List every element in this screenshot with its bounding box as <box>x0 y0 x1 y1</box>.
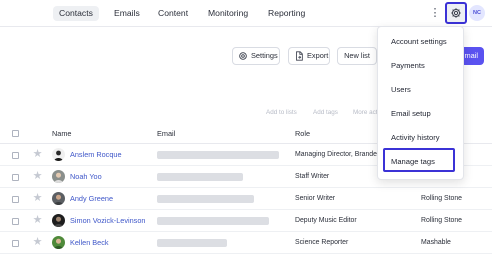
star-icon[interactable]: ★ <box>31 236 44 249</box>
contact-role: Science Reporter <box>295 239 349 246</box>
email-redacted <box>157 217 269 225</box>
star-icon[interactable]: ★ <box>31 170 44 183</box>
avatar <box>52 170 65 183</box>
avatar <box>52 192 65 205</box>
contact-role: Deputy Music Editor <box>295 217 357 224</box>
export-file-icon <box>296 51 303 61</box>
avatar <box>52 236 65 249</box>
tab-emails[interactable]: Emails <box>108 6 146 21</box>
contact-name-link[interactable]: Simon Vozick-Levinson <box>70 210 145 232</box>
column-header-email[interactable]: Email <box>157 124 175 144</box>
avatar <box>52 214 65 227</box>
row-checkbox[interactable] <box>12 152 19 159</box>
contact-role: Senior Writer <box>295 195 336 202</box>
manage-tags-highlight <box>383 148 455 172</box>
star-icon[interactable]: ★ <box>31 192 44 205</box>
contact-outlet: Mashable <box>421 239 451 246</box>
export-button[interactable]: Export <box>288 47 330 65</box>
contact-name-link[interactable]: Noah Yoo <box>70 166 102 188</box>
star-icon[interactable]: ★ <box>31 214 44 227</box>
menu-item-activity-history[interactable]: Activity history <box>391 132 440 144</box>
table-row[interactable]: ★ Andy Greene Senior Writer Rolling Ston… <box>0 188 492 210</box>
tab-content[interactable]: Content <box>152 6 194 21</box>
row-checkbox[interactable] <box>12 240 19 247</box>
new-list-button[interactable]: New list <box>337 47 377 65</box>
menu-item-account-settings[interactable]: Account settings <box>391 36 447 48</box>
contact-name-link[interactable]: Kellen Beck <box>70 232 109 254</box>
avatar <box>52 148 65 161</box>
email-redacted <box>157 151 279 159</box>
contact-outlet: Rolling Stone <box>421 217 462 224</box>
more-actions[interactable]: More act <box>353 107 378 119</box>
column-header-name[interactable]: Name <box>52 124 71 144</box>
contact-role: Managing Director, Brande <box>295 151 377 158</box>
column-header-role[interactable]: Role <box>295 124 310 144</box>
top-nav: Contacts Emails Content Monitoring Repor… <box>0 0 492 27</box>
menu-item-payments[interactable]: Payments <box>391 60 425 72</box>
settings-button-label: Settings <box>251 51 278 60</box>
tab-reporting[interactable]: Reporting <box>262 6 311 21</box>
settings-gear-button[interactable] <box>445 2 467 24</box>
gear-icon <box>239 52 247 60</box>
contact-name-link[interactable]: Anslem Rocque <box>70 144 122 166</box>
menu-item-email-setup[interactable]: Email setup <box>391 108 431 120</box>
add-tags-action[interactable]: Add tags <box>313 107 338 119</box>
kebab-icon[interactable]: ⋮ <box>429 6 441 21</box>
user-avatar[interactable]: NC <box>469 5 485 21</box>
table-row[interactable]: ★ Simon Vozick-Levinson Deputy Music Edi… <box>0 210 492 232</box>
tab-contacts[interactable]: Contacts <box>53 6 99 21</box>
gear-icon <box>451 8 461 18</box>
table-row[interactable]: ★ Kellen Beck Science Reporter Mashable <box>0 232 492 254</box>
settings-button[interactable]: Settings <box>232 47 280 65</box>
star-icon[interactable]: ★ <box>31 148 44 161</box>
add-to-lists-action[interactable]: Add to lists <box>266 107 297 119</box>
email-redacted <box>157 195 254 203</box>
row-checkbox[interactable] <box>12 174 19 181</box>
email-redacted <box>157 239 227 247</box>
row-checkbox[interactable] <box>12 196 19 203</box>
contact-outlet: Rolling Stone <box>421 195 462 202</box>
row-checkbox[interactable] <box>12 218 19 225</box>
contact-name-link[interactable]: Andy Greene <box>70 188 113 210</box>
export-button-label: Export <box>307 51 329 60</box>
select-all-checkbox[interactable] <box>12 130 19 137</box>
contact-role: Staff Writer <box>295 173 330 180</box>
menu-item-users[interactable]: Users <box>391 84 411 96</box>
email-redacted <box>157 173 243 181</box>
tab-monitoring[interactable]: Monitoring <box>202 6 254 21</box>
